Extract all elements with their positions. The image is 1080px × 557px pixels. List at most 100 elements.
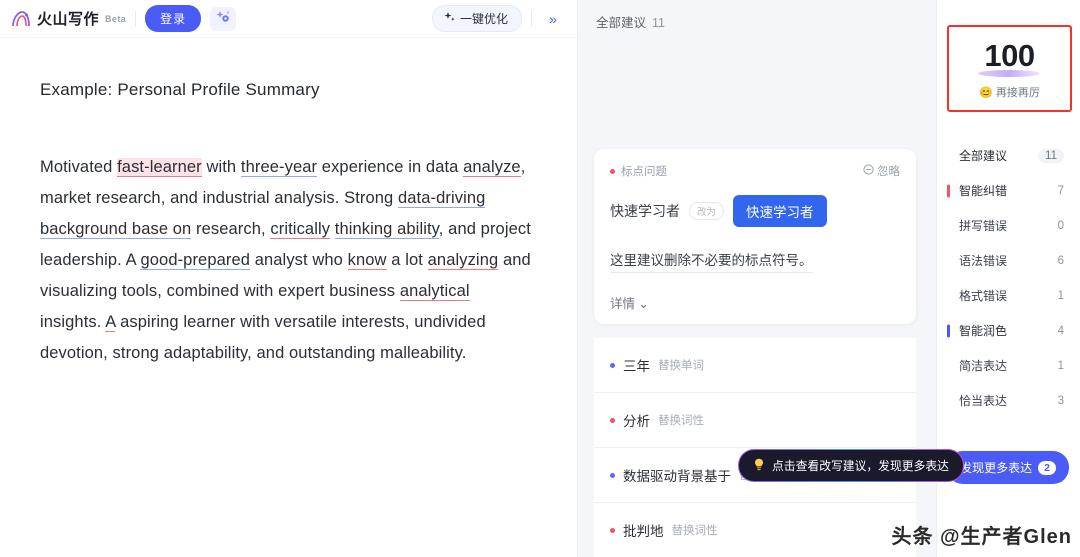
smile-emoji-icon: 😊 [979,86,993,99]
suggestion-card[interactable]: 标点问题 忽略 快速学习者 改为 快速学习者 这里建议删除不必要的标点符号。 详… [594,149,916,324]
list-item[interactable]: 批判地 替换词性 [594,503,916,557]
sidebar-item-label: 恰当表达 [959,394,1008,408]
list-item-kind: 替换单词 [658,360,704,372]
marked-analyzing[interactable]: analyzing [427,251,499,270]
text-run: experience in data [317,158,464,176]
text-run: with [201,158,241,176]
severity-dot-icon [610,472,615,478]
document-area[interactable]: Example: Personal Profile Summary Motiva… [0,38,577,369]
list-item-word: 数据驱动背景基于 [623,469,731,484]
marked-article-a[interactable]: A [105,313,116,332]
sidebar-item-count: 1 [1057,359,1064,372]
sidebar-item-count: 6 [1057,254,1064,267]
toolbar-divider [135,10,137,27]
list-item-word: 三年 [623,359,650,374]
suggestions-spacer [578,43,936,149]
severity-dot-icon [610,527,615,533]
sidebar-item-label: 语法错误 [959,254,1008,268]
lightbulb-icon [753,458,765,474]
marked-good-prepared[interactable]: good-prepared [140,251,251,270]
sidebar-item-concise[interactable]: 简洁表达 1 [937,348,1080,383]
details-label: 详情 [610,297,636,311]
volcano-logo-icon [10,9,32,29]
suggestion-card-header: 标点问题 忽略 [610,163,900,179]
sidebar-item-grammar[interactable]: 语法错误 6 [937,243,1080,278]
score-caption: 😊 再接再厉 [949,84,1070,100]
marked-know[interactable]: know [347,251,387,270]
double-chevron-right-icon: » [549,10,557,27]
sidebar-item-label: 简洁表达 [959,359,1008,373]
sidebar-item-label: 智能润色 [959,324,1008,338]
toolbar-divider-2 [531,10,532,27]
discover-more-button[interactable]: 发现更多表达 2 [947,451,1069,484]
sidebar-item-spelling[interactable]: 拼写错误 0 [937,208,1080,243]
severity-dot-icon [610,362,615,368]
list-item[interactable]: 三年 替换单词 [594,338,916,393]
sidebar-item-label: 格式错误 [959,289,1008,303]
marked-analyze[interactable]: analyze [463,158,521,177]
rewrite-tip-tooltip[interactable]: 点击查看改写建议，发现更多表达 [738,449,964,482]
list-item-kind: 替换词性 [658,415,704,427]
marked-fast-learner[interactable]: fast-learner [117,158,202,177]
list-item-word: 分析 [623,414,650,429]
apply-replacement-button[interactable]: 快速学习者 [733,195,827,227]
suggestions-header-count: 11 [652,16,665,30]
magic-wand-icon [216,9,231,29]
brand-logo[interactable]: 火山写作 Beta [10,8,126,29]
suggestion-type-label: 标点问题 [621,166,667,178]
rewrite-tip-text: 点击查看改写建议，发现更多表达 [772,459,949,473]
sidebar-item-count: 1 [1057,289,1064,302]
suggestions-header-label: 全部建议 [596,16,647,30]
category-marker-icon [947,184,950,197]
marked-thinking-ability[interactable]: thinking ability [334,220,439,239]
sidebar-item-appropriate[interactable]: 恰当表达 3 [937,383,1080,418]
original-text: 快速学习者 [610,203,680,219]
one-click-optimize-button[interactable]: 一键优化 [431,5,522,32]
login-button[interactable]: 登录 [145,5,202,32]
marked-critically[interactable]: critically [270,220,331,239]
sidebar-item-label: 全部建议 [959,149,1008,163]
list-item[interactable]: 分析 替换词性 [594,393,916,448]
sidebar-item-all[interactable]: 全部建议 11 [937,138,1080,173]
details-toggle[interactable]: 详情 ⌄ [610,293,900,312]
sidebar-item-smart-correction[interactable]: 智能纠错 7 [937,173,1080,208]
sidebar-item-label: 智能纠错 [959,184,1008,198]
sidebar-item-format[interactable]: 格式错误 1 [937,278,1080,313]
text-run: research, [191,220,271,238]
text-run: a lot [386,251,428,269]
brand-name: 火山写作 [37,11,100,28]
score-card: 100 😊 再接再厉 [947,25,1072,112]
sidebar-category-list: 全部建议 11 智能纠错 7 拼写错误 0 语法错误 6 格式错误 1 智能润色… [937,138,1080,418]
score-number-text: 100 [984,38,1035,73]
sidebar-item-count: 0 [1057,219,1064,232]
score-underline-decoration [978,70,1041,77]
ignore-button[interactable]: 忽略 [863,163,900,179]
beta-badge: Beta [105,13,127,24]
change-to-pill: 改为 [689,202,725,220]
sidebar-item-count: 3 [1057,394,1064,407]
text-run: Motivated [40,158,118,176]
top-toolbar: 火山写作 Beta 登录 一键优化 » [0,0,577,38]
magic-wand-button[interactable] [210,6,237,31]
list-item-word: 批判地 [623,524,664,539]
discover-more-label: 发现更多表达 [960,461,1033,475]
sparkle-icon [443,11,456,27]
chevron-down-icon: ⌄ [638,297,649,311]
sidebar-item-count: 11 [1038,148,1064,163]
sidebar-item-smart-polish[interactable]: 智能润色 4 [937,313,1080,348]
document-paragraph[interactable]: Motivated fast-learner with three-year e… [40,152,533,369]
category-marker-icon [947,324,950,337]
list-item-kind: 替换词性 [671,525,718,537]
collapse-panel-button[interactable]: » [541,7,565,31]
suggestion-description: 这里建议删除不必要的标点符号。 [610,249,813,273]
score-caption-label: 再接再厉 [995,87,1040,99]
app-root: 火山写作 Beta 登录 一键优化 » Example: Personal Pr… [0,0,1080,557]
document-title: Example: Personal Profile Summary [40,80,320,99]
marked-three-year[interactable]: three-year [240,158,318,177]
discover-more-count: 2 [1038,460,1056,475]
score-value: 100 [978,38,1041,77]
suggestion-type-tag: 标点问题 [610,163,667,179]
watermark: 头条 @生产者Glen [891,526,1072,548]
marked-analytical[interactable]: analytical [399,282,470,301]
sidebar-item-label: 拼写错误 [959,219,1008,233]
